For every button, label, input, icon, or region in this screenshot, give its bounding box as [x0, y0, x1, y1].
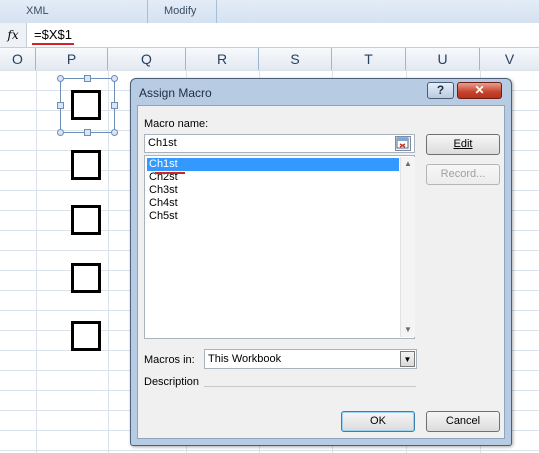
- formula-red-underline: [32, 43, 74, 45]
- resize-handle[interactable]: [111, 75, 118, 82]
- list-scrollbar[interactable]: ▲ ▼: [400, 157, 415, 337]
- column-header-r[interactable]: R: [186, 48, 259, 70]
- scroll-down-icon[interactable]: ▼: [404, 325, 412, 334]
- ribbon-separator: [216, 0, 217, 23]
- ribbon-group-modify: Modify: [164, 5, 197, 17]
- resize-handle[interactable]: [57, 75, 64, 82]
- checkbox-shape[interactable]: [71, 263, 101, 293]
- assign-macro-dialog: Assign Macro ? ✕ Macro name: Ch1st Ch1st…: [130, 78, 512, 446]
- macros-in-select[interactable]: This Workbook ▼: [204, 349, 417, 369]
- column-header-o[interactable]: O: [0, 48, 36, 70]
- column-header-s[interactable]: S: [259, 48, 332, 70]
- chevron-down-icon[interactable]: ▼: [400, 351, 415, 367]
- formula-bar: fx =$X$1: [0, 23, 539, 48]
- dialog-title: Assign Macro: [139, 86, 212, 100]
- collapse-dialog-icon: [396, 137, 409, 149]
- checkbox-shape[interactable]: [71, 205, 101, 235]
- dialog-body: Macro name: Ch1st Ch1st Ch2st Ch3st Ch4s…: [137, 105, 505, 439]
- column-header-v[interactable]: V: [480, 48, 539, 70]
- scroll-up-icon[interactable]: ▲: [404, 159, 412, 168]
- grid-line: [36, 70, 37, 453]
- collapse-dialog-button[interactable]: [395, 136, 411, 151]
- insert-function-button[interactable]: fx: [0, 23, 27, 47]
- macro-list[interactable]: Ch1st Ch2st Ch3st Ch4st Ch5st ▲ ▼: [144, 155, 415, 339]
- resize-handle[interactable]: [57, 102, 64, 109]
- column-header-p[interactable]: P: [36, 48, 108, 70]
- resize-handle[interactable]: [84, 75, 91, 82]
- close-button[interactable]: ✕: [457, 82, 502, 99]
- macro-list-item-ch5st[interactable]: Ch5st: [147, 210, 399, 223]
- formula-input[interactable]: =$X$1: [34, 27, 72, 42]
- resize-handle[interactable]: [84, 129, 91, 136]
- column-header-t[interactable]: T: [332, 48, 406, 70]
- ribbon-group-strip: XML Modify: [0, 0, 539, 24]
- description-divider: [204, 386, 416, 387]
- resize-handle[interactable]: [111, 129, 118, 136]
- column-header-q[interactable]: Q: [108, 48, 186, 70]
- macros-in-value: This Workbook: [208, 353, 282, 365]
- column-header-u[interactable]: U: [406, 48, 480, 70]
- macro-name-value: Ch1st: [148, 137, 177, 149]
- ok-button[interactable]: OK: [341, 411, 415, 432]
- macro-name-input[interactable]: Ch1st: [144, 134, 415, 153]
- resize-handle[interactable]: [111, 102, 118, 109]
- edit-button[interactable]: Edit: [426, 134, 500, 155]
- resize-handle[interactable]: [57, 129, 64, 136]
- cancel-button[interactable]: Cancel: [426, 411, 500, 432]
- macro-list-item-ch4st[interactable]: Ch4st: [147, 197, 399, 210]
- checkbox-shape[interactable]: [71, 90, 101, 120]
- macro-name-label: Macro name:: [144, 118, 209, 130]
- ribbon-group-xml: XML: [26, 5, 49, 17]
- macro-list-item-ch1st[interactable]: Ch1st: [147, 158, 399, 171]
- ribbon-separator: [147, 0, 148, 23]
- macro-list-item-ch3st[interactable]: Ch3st: [147, 184, 399, 197]
- column-headers: O P Q R S T U V: [0, 48, 539, 71]
- checkbox-shape[interactable]: [71, 150, 101, 180]
- record-button[interactable]: Record...: [426, 164, 500, 185]
- macros-in-label: Macros in:: [144, 354, 195, 366]
- selection-red-underline: [155, 172, 185, 174]
- help-button[interactable]: ?: [427, 82, 454, 99]
- description-label: Description: [144, 376, 200, 388]
- checkbox-shape[interactable]: [71, 321, 101, 351]
